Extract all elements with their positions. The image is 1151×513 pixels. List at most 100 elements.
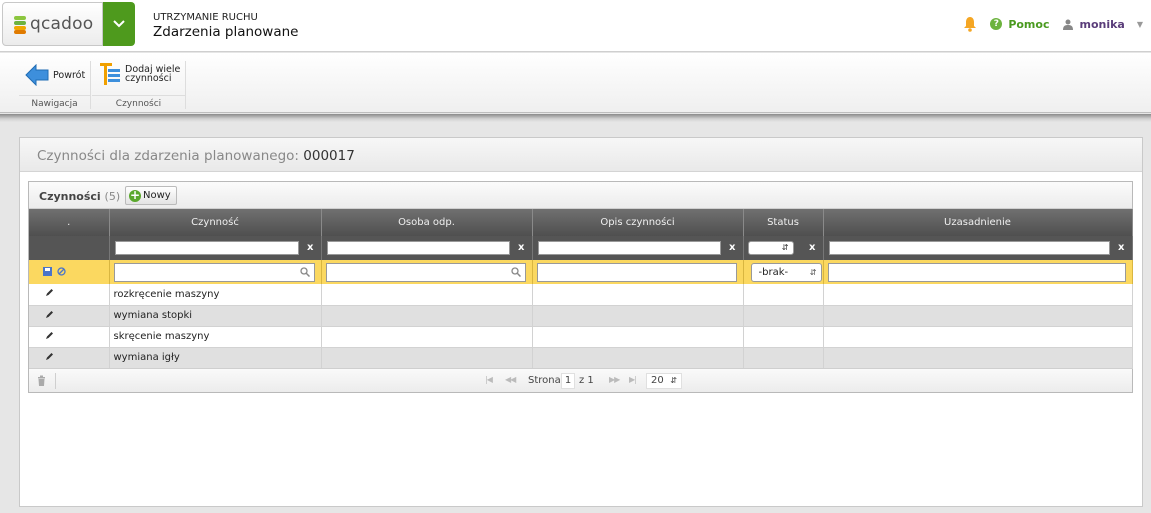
grid-title-text: Czynności [39,190,101,203]
grid-header-row: . Czynność Osoba odp. Opis czynności Sta… [29,209,1133,236]
trash-icon[interactable] [37,375,46,386]
ribbon-shadow [0,114,1151,122]
pager-separator [55,373,56,389]
table-row[interactable]: skręcenie maszyny [29,326,1133,348]
search-icon[interactable] [510,267,521,277]
previous-page-icon[interactable]: ◀◀ [505,375,516,384]
next-page-icon[interactable]: ▶▶ [609,375,620,384]
select-arrows-icon: ⇵ [670,376,677,385]
new-status-select[interactable]: -brak- ⇵ [750,263,822,282]
plus-icon: + [129,187,141,202]
cell-status [743,305,824,327]
filter-activity-input[interactable] [114,241,299,255]
new-button[interactable]: + Nowy [125,186,177,205]
filter-description-input[interactable] [537,241,721,255]
new-row-cell [823,260,1133,284]
row-edit-cell[interactable] [29,347,110,369]
clear-filter-icon[interactable]: x [518,242,524,253]
page-label: Strona [528,375,561,386]
page-size-select[interactable]: 20 ⇵ [646,373,682,389]
grid-title: Czynności (5) [39,190,120,203]
ribbon-group-navigation: Powrót Nawigacja [19,61,91,109]
column-header-select[interactable]: . [29,209,110,236]
back-button[interactable]: Powrót [25,64,85,86]
first-page-icon[interactable]: |◀ [485,375,493,384]
logo[interactable]: qcadoo [2,2,103,46]
filter-person-input[interactable] [326,241,510,255]
page-number-input[interactable]: 1 [561,373,575,389]
row-edit-cell[interactable] [29,326,110,348]
column-header-person[interactable]: Osoba odp. [321,209,533,236]
cell-activity: rozkręcenie maszyny [109,284,322,306]
new-person-lookup[interactable] [325,263,526,282]
new-row-cell [321,260,533,284]
clear-filter-icon[interactable]: x [307,242,313,253]
user-name[interactable]: monika [1079,18,1124,31]
pencil-icon[interactable] [45,310,54,319]
clear-filter-icon[interactable]: x [809,242,815,253]
event-number: 000017 [303,148,355,164]
new-button-label: Nowy [143,190,171,201]
filter-cell-empty [29,236,110,260]
activities-window: Czynności dla zdarzenia planowanego: 000… [19,137,1143,507]
grid-title-bar: Czynności (5) + Nowy [29,182,1132,209]
cell-status [743,347,824,369]
search-icon[interactable] [299,267,310,277]
clear-filter-icon[interactable]: x [729,242,735,253]
filter-reason-input[interactable] [828,241,1110,255]
top-bar: qcadoo UTRZYMANIE RUCHU Zdarzenia planow… [0,0,1151,52]
add-many-activities-button[interactable]: Dodaj wiele czynności [99,62,180,86]
cell-description [532,305,744,327]
new-row-editor: -brak- ⇵ [29,260,1133,284]
breadcrumb-section: UTRZYMANIE RUCHU [153,12,258,23]
new-description-input[interactable] [536,263,737,282]
grid-table: . Czynność Osoba odp. Opis czynności Sta… [29,209,1133,369]
user-icon [1063,19,1074,30]
grid-pager: |◀ ◀◀ Strona 1 z 1 ▶▶ ▶| 20 ⇵ [29,368,1132,392]
menu-toggle-button[interactable] [103,2,135,46]
add-many-activities-label: Dodaj wiele czynności [125,65,180,84]
new-reason-input[interactable] [827,263,1126,282]
new-row-cell: -brak- ⇵ [743,260,824,284]
filter-cell: x [109,236,322,260]
logo-text: qcadoo [30,14,94,34]
cancel-icon[interactable] [57,267,66,276]
cell-activity: wymiana stopki [109,305,322,327]
new-status-value: -brak- [758,267,789,278]
activities-grid: Czynności (5) + Nowy . Czynność Osoba od… [28,181,1133,393]
new-activity-lookup[interactable] [113,263,315,282]
table-row[interactable]: rozkręcenie maszyny [29,284,1133,306]
filter-row: x x x ⇵ x x [29,236,1133,260]
bell-icon[interactable] [962,16,978,32]
cell-description [532,284,744,306]
pencil-icon[interactable] [45,288,54,297]
add-many-line2: czynności [125,73,172,84]
help-link[interactable]: Pomoc [1008,18,1049,31]
page-title: Zdarzenia planowane [153,24,299,40]
table-row[interactable]: wymiana stopki [29,305,1133,327]
table-row[interactable]: wymiana igły [29,347,1133,369]
column-header-activity[interactable]: Czynność [109,209,322,236]
clear-filter-icon[interactable]: x [1118,242,1124,253]
column-header-description[interactable]: Opis czynności [532,209,744,236]
row-edit-cell[interactable] [29,305,110,327]
row-edit-cell[interactable] [29,284,110,306]
ribbon-group-label: Czynności [92,95,185,109]
arrow-left-icon [25,64,49,86]
user-menu-caret-icon[interactable]: ▼ [1137,20,1143,29]
pencil-icon[interactable] [45,352,54,361]
cell-activity: skręcenie maszyny [109,326,322,348]
select-arrows-icon: ⇵ [809,268,817,277]
last-page-icon[interactable]: ▶| [629,375,637,384]
cell-reason [823,305,1133,327]
save-icon[interactable] [43,267,52,276]
cell-person [321,326,533,348]
pencil-icon[interactable] [45,331,54,340]
grid-count: (5) [104,190,121,203]
new-row-cell [532,260,744,284]
help-icon[interactable]: ? [990,18,1003,30]
column-header-status[interactable]: Status [743,209,824,236]
filter-status-select[interactable]: ⇵ [747,241,794,255]
cell-person [321,284,533,306]
column-header-reason[interactable]: Uzasadnienie [823,209,1133,236]
